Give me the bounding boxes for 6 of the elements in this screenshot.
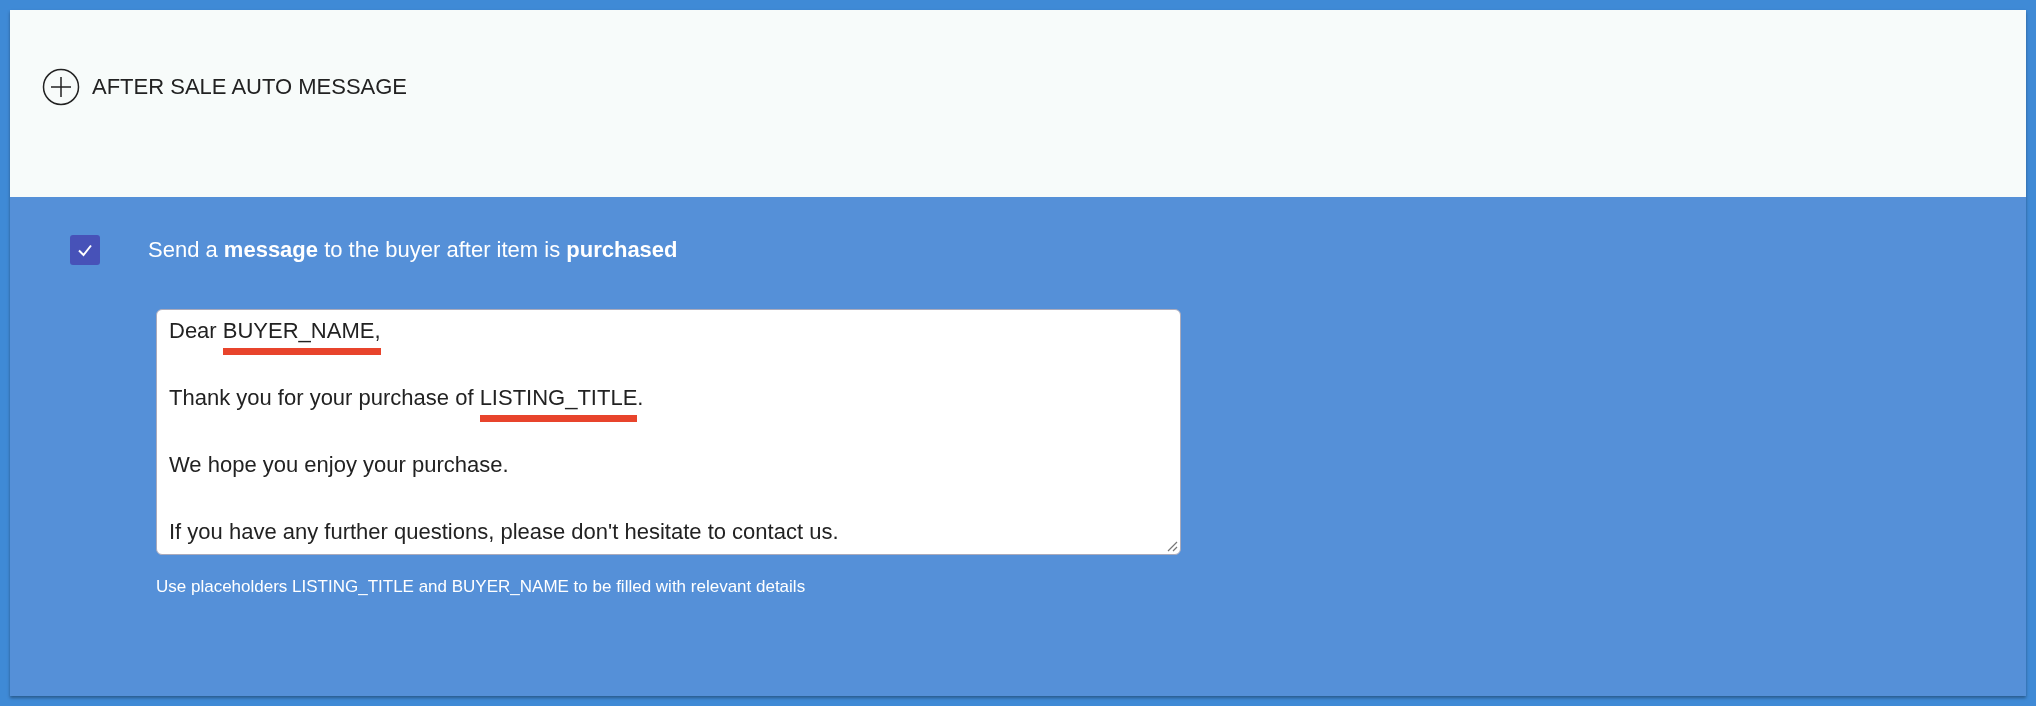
- checkbox-label: Send a message to the buyer after item is purchased: [148, 237, 678, 263]
- section-title[interactable]: AFTER SALE AUTO MESSAGE: [92, 68, 407, 106]
- plus-circle-icon[interactable]: [42, 68, 80, 106]
- message-field[interactable]: Dear BUYER_NAME, Thank you for your purchase of LISTING_TITLE. We hope you enjoy your purchase. If you have any further questions, please don't hesitate to contact us.: [156, 309, 1181, 555]
- checkbox[interactable]: [70, 235, 100, 265]
- hint-text: Use placeholders LISTING_TITLE and BUYER_NAME to be filled with relevant details: [156, 577, 806, 597]
